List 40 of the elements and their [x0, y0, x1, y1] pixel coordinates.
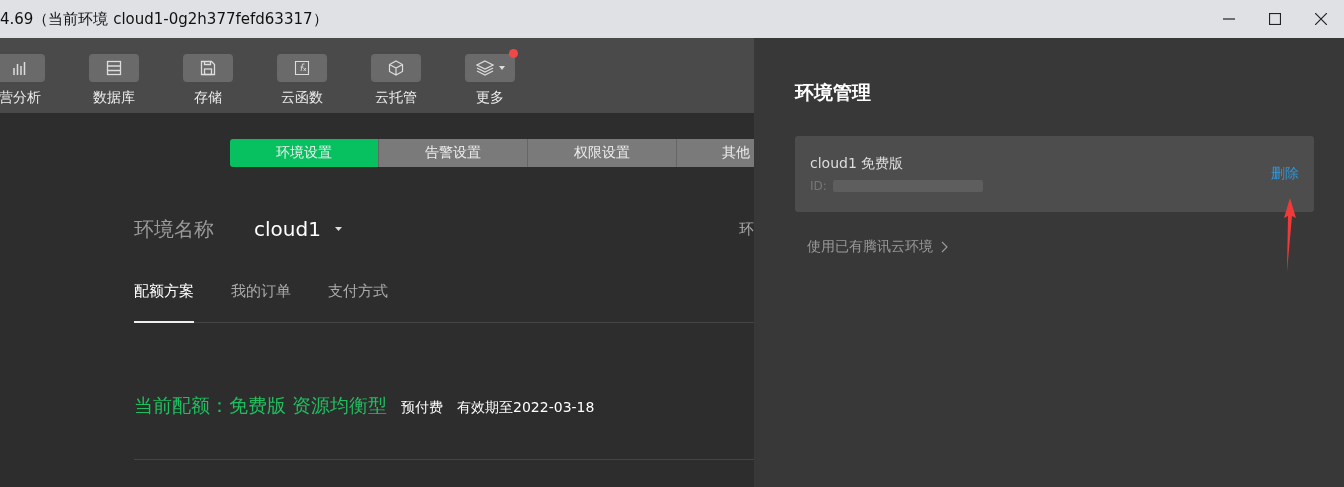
tab[interactable]: 环境设置: [230, 139, 379, 167]
environment-dropdown[interactable]: cloud1: [254, 217, 342, 241]
billing-type: 预付费: [401, 399, 444, 417]
bar-chart-icon: [12, 60, 28, 76]
close-icon: [1315, 13, 1327, 25]
field-label: 环: [739, 219, 754, 239]
quota-title: 当前配额：免费版 资源均衡型: [134, 393, 388, 418]
toolbar-label: 云托管: [375, 89, 417, 107]
tab[interactable]: 配额方案: [134, 282, 194, 323]
toolbar-label: 存储: [194, 89, 222, 107]
toolbar-button[interactable]: [89, 54, 139, 82]
tab[interactable]: 支付方式: [328, 282, 388, 323]
toolbar-button[interactable]: [371, 54, 421, 82]
tab[interactable]: 其他: [677, 139, 754, 167]
toolbar-label: 营分析: [0, 89, 41, 107]
tab[interactable]: 告警设置: [379, 139, 528, 167]
panel-title: 环境管理: [795, 80, 871, 105]
database-icon: [106, 60, 122, 76]
window-title: 4.69（当前环境 cloud1-0g2h377fefd63317）: [0, 9, 328, 29]
toolbar-label: 更多: [476, 89, 504, 107]
delete-link[interactable]: 删除: [1271, 165, 1299, 183]
environment-name: cloud1 免费版: [810, 155, 905, 173]
caret-icon: [498, 66, 505, 70]
function-icon: [294, 60, 310, 76]
maximize-icon: [1269, 13, 1281, 25]
tab[interactable]: 我的订单: [231, 282, 291, 323]
toolbar-button[interactable]: [465, 54, 515, 82]
layers-icon: [475, 60, 494, 76]
chevron-right-icon: [941, 241, 948, 253]
expiry-date: 有效期至2022-03-18: [457, 399, 595, 417]
existing-environment-link[interactable]: 使用已有腾讯云环境: [795, 238, 948, 256]
tab[interactable]: 权限设置: [528, 139, 677, 167]
toolbar-button[interactable]: [183, 54, 233, 82]
toolbar-button[interactable]: [0, 54, 45, 82]
field-label: 环境名称: [134, 215, 214, 243]
toolbar-label: 云函数: [281, 89, 323, 107]
toolbar-button[interactable]: [277, 54, 327, 82]
caret-icon: [334, 227, 342, 231]
toolbar-label: 数据库: [93, 89, 135, 107]
cube-icon: [388, 60, 404, 76]
